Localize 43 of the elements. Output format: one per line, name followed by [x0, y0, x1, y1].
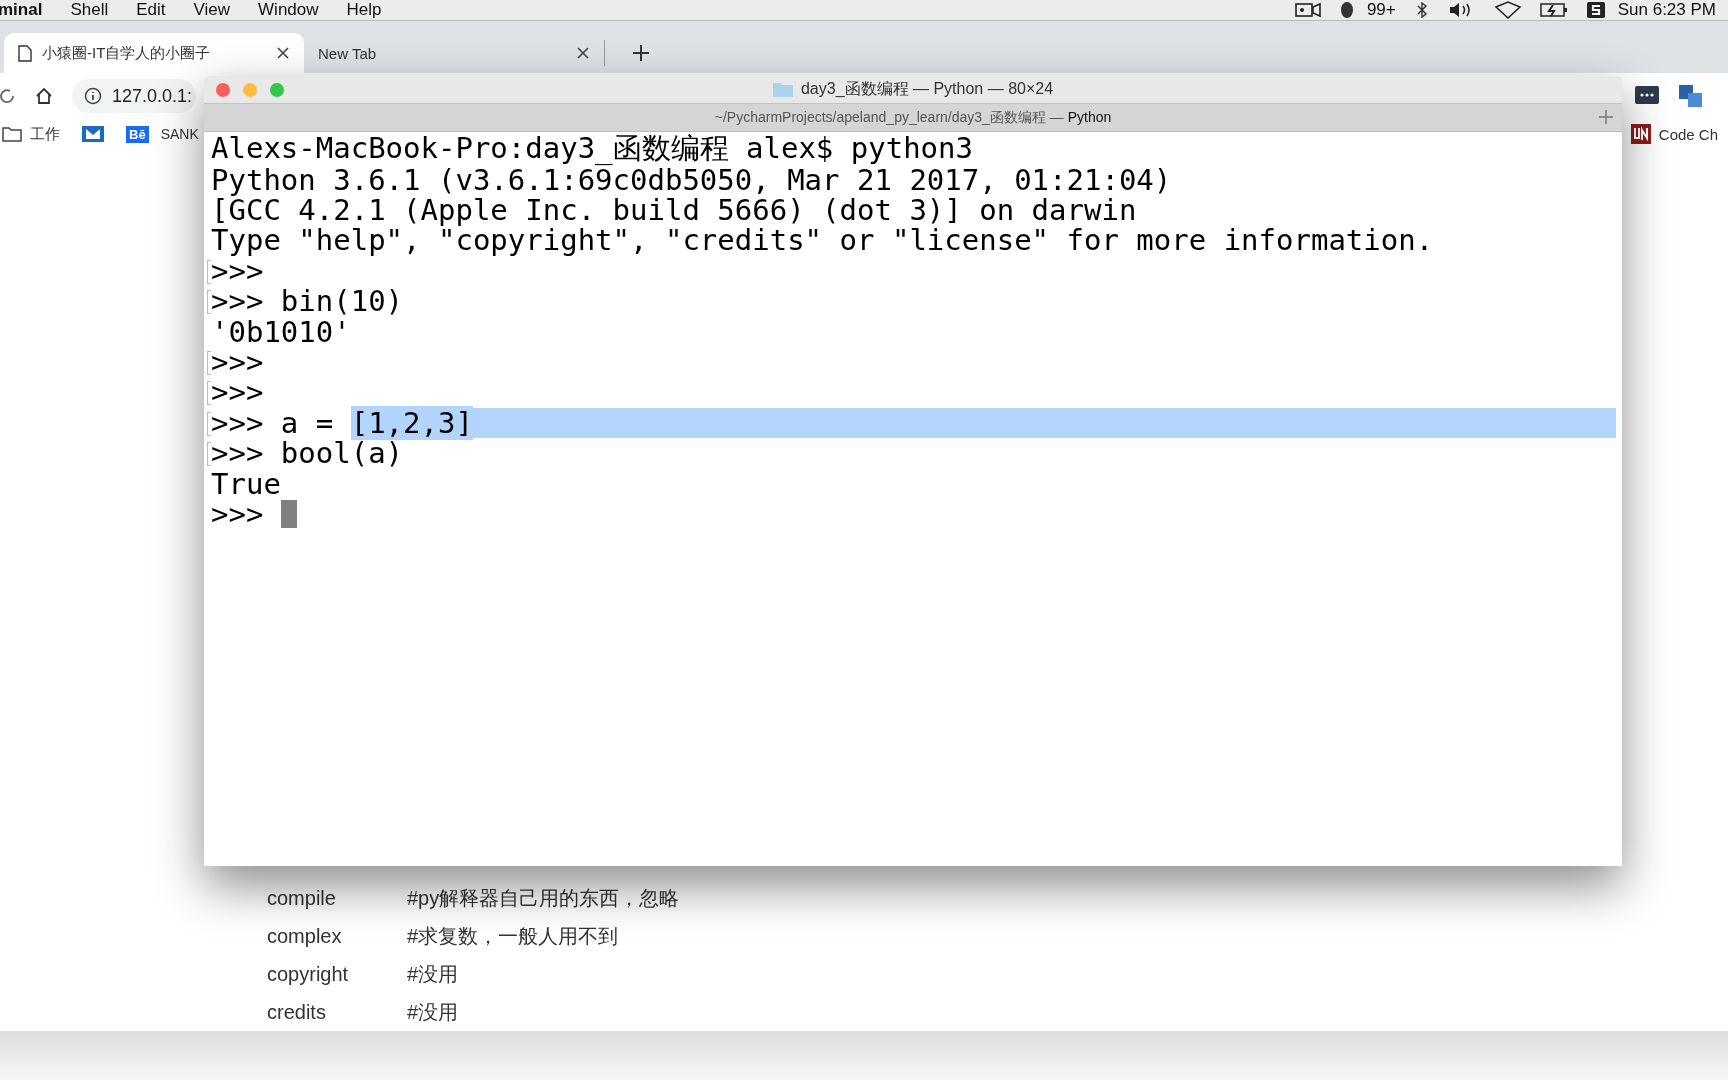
bookmark[interactable]: SANK	[160, 126, 199, 142]
bookmark-icon[interactable]: Bē	[126, 125, 149, 143]
folder-icon	[772, 82, 793, 97]
function-name: copyright	[267, 962, 350, 986]
function-comment: #py解释器自己用的东西，忽略	[407, 885, 680, 911]
menu-item[interactable]: Window	[258, 0, 319, 20]
function-comment: #没用	[407, 999, 459, 1025]
bookmark-icon[interactable]	[82, 126, 104, 142]
close-icon[interactable]	[276, 46, 290, 60]
chat-icon[interactable]	[1634, 85, 1660, 107]
terminal-line: Alexs-MacBook-Pro:day3_函数编程 alex$ python3	[211, 130, 973, 168]
home-icon[interactable]	[34, 86, 54, 106]
terminal-tab[interactable]: ~/PycharmProjects/apeland_py_learn/day3_函数编程 — Python	[714, 108, 1112, 127]
menu-item[interactable]: View	[193, 0, 231, 20]
function-name: credits	[267, 1000, 327, 1024]
function-comment: #求复数，一般人用不到	[407, 923, 619, 949]
selected-text: [1,2,3]	[350, 405, 473, 440]
bookmark[interactable]: Code Ch	[1630, 124, 1718, 144]
info-icon[interactable]	[84, 87, 102, 105]
close-icon[interactable]	[576, 46, 590, 60]
bookmark-logo-icon	[1630, 124, 1651, 144]
translate-icon[interactable]	[1678, 84, 1704, 108]
browser-tab[interactable]: 小猿圈-IT自学人的小圈子	[4, 33, 304, 73]
menu-item[interactable]: Edit	[136, 0, 166, 20]
notification-count: 99+	[1366, 0, 1396, 20]
function-name: complex	[267, 924, 343, 948]
browser-tab[interactable]: New Tab	[304, 33, 604, 73]
camera-icon[interactable]	[1294, 2, 1321, 18]
wifi-icon[interactable]	[1493, 1, 1522, 19]
bookmark[interactable]: 工作	[2, 124, 60, 144]
new-tab-icon[interactable]	[631, 43, 651, 63]
folder-icon	[2, 126, 22, 142]
function-name: compile	[267, 886, 337, 910]
menu-item[interactable]: Help	[346, 0, 382, 20]
menu-item[interactable]: Shell	[70, 0, 109, 20]
reload-icon[interactable]	[0, 87, 16, 105]
address-field[interactable]: 127.0.0.1:	[72, 79, 197, 113]
function-comment: #没用	[407, 961, 459, 987]
page-icon	[18, 44, 32, 62]
window-title: day3_函数编程 — Python — 80×24	[800, 79, 1054, 99]
clock: Sun 6:23 PM	[1617, 0, 1716, 20]
battery-icon[interactable]	[1539, 2, 1568, 18]
s-logo-icon[interactable]	[1585, 1, 1606, 19]
